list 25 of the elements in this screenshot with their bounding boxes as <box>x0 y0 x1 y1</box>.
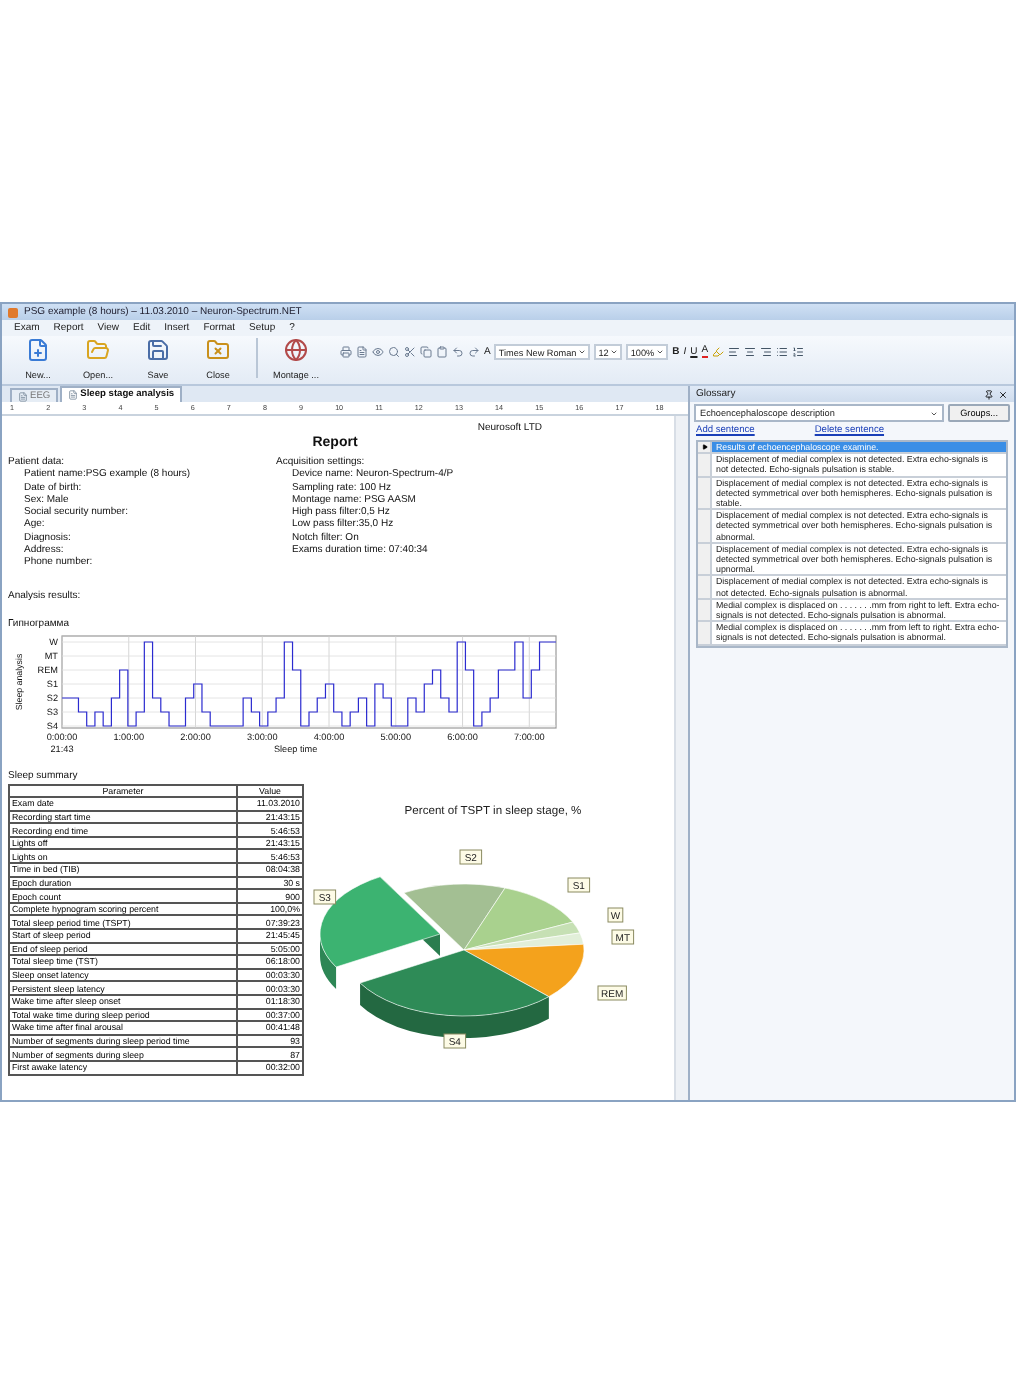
document-icon <box>18 391 28 401</box>
redo-icon[interactable] <box>468 346 480 358</box>
folder-icon <box>86 338 110 362</box>
paste-icon[interactable] <box>436 346 448 358</box>
pin-icon[interactable] <box>984 389 994 399</box>
row-pointer-icon <box>701 444 707 451</box>
search-icon[interactable] <box>388 346 400 358</box>
numbered-list-icon[interactable] <box>792 346 805 358</box>
scrollbar[interactable] <box>674 416 688 1100</box>
align-left-icon[interactable] <box>728 346 741 358</box>
print-icon[interactable] <box>340 346 352 358</box>
document-icon[interactable] <box>356 346 368 358</box>
preview-icon[interactable] <box>372 346 384 358</box>
align-center-icon[interactable] <box>744 346 757 358</box>
app-icon <box>8 307 18 317</box>
file-plus-icon <box>26 338 50 362</box>
undo-icon[interactable] <box>452 346 464 358</box>
align-right-icon[interactable] <box>760 346 773 358</box>
document-icon <box>68 390 79 400</box>
cut-icon[interactable] <box>404 346 416 358</box>
globe-icon <box>284 338 308 362</box>
list-icon[interactable] <box>776 346 789 358</box>
floppy-icon <box>146 338 170 362</box>
folder-icon <box>206 338 230 362</box>
copy-icon[interactable] <box>420 346 432 358</box>
